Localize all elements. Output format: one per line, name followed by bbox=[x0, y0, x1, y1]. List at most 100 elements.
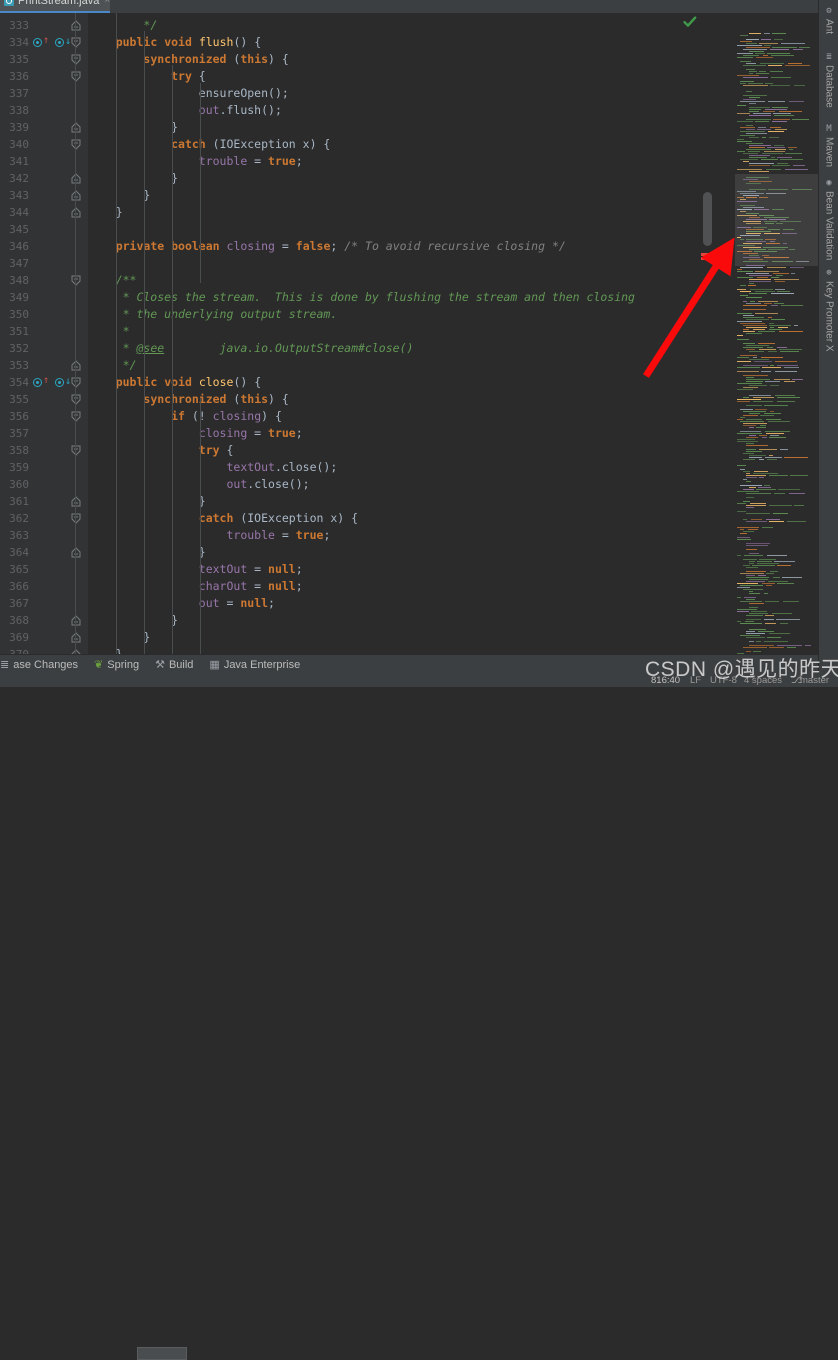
right-toolwindow-stripe[interactable]: ⚙ Ant ≣ Database Μ Maven ◉ Bean Validation ⊛ Key … bbox=[818, 0, 838, 687]
minimap-line bbox=[777, 157, 792, 158]
code-line[interactable]: * Closes the stream. This is done by flu… bbox=[88, 289, 700, 306]
right-toolwindow-button-database[interactable]: ≣ Database bbox=[819, 52, 838, 108]
code-line[interactable]: out.close(); bbox=[88, 476, 700, 493]
fold-end-icon[interactable] bbox=[71, 122, 81, 133]
code-line[interactable]: try { bbox=[88, 442, 700, 459]
minimap-line bbox=[784, 367, 799, 368]
code-line[interactable]: trouble = true; bbox=[88, 527, 700, 544]
code-line[interactable]: public void close() { bbox=[88, 374, 700, 391]
minimap-line bbox=[746, 571, 766, 572]
code-line[interactable]: try { bbox=[88, 68, 700, 85]
code-line[interactable]: } bbox=[88, 119, 700, 136]
implemented-method-icon[interactable] bbox=[55, 378, 64, 387]
editor-scrollbar-thumb[interactable] bbox=[703, 192, 712, 246]
code-minimap[interactable] bbox=[735, 13, 818, 654]
code-line[interactable]: synchronized (this) { bbox=[88, 391, 700, 408]
fold-start-icon[interactable] bbox=[71, 394, 81, 405]
code-line[interactable] bbox=[88, 255, 700, 272]
fold-end-icon[interactable] bbox=[71, 360, 81, 371]
bottom-toolwindow-button-spring[interactable]: ❦ Spring bbox=[94, 658, 139, 672]
code-line[interactable]: closing = true; bbox=[88, 425, 700, 442]
code-line[interactable]: /** bbox=[88, 272, 700, 289]
code-line[interactable]: charOut = null; bbox=[88, 578, 700, 595]
code-line[interactable]: * @see java.io.OutputStream#close() bbox=[88, 340, 700, 357]
fold-end-icon[interactable] bbox=[71, 173, 81, 184]
bottom-toolwindow-button-ase-changes[interactable]: ≣ ase Changes bbox=[0, 658, 78, 672]
editor-scrollbar-track[interactable] bbox=[683, 13, 718, 654]
fold-start-icon[interactable] bbox=[71, 71, 81, 82]
code-line[interactable]: } bbox=[88, 493, 700, 510]
code-line[interactable]: */ bbox=[88, 357, 700, 374]
fold-end-icon[interactable] bbox=[71, 615, 81, 626]
fold-start-icon[interactable] bbox=[71, 377, 81, 388]
right-toolwindow-button-bean-validation[interactable]: ◉ Bean Validation bbox=[819, 178, 838, 260]
right-toolwindow-label: Database bbox=[823, 65, 835, 108]
minimap-line bbox=[787, 521, 806, 522]
minimap-line bbox=[737, 401, 750, 402]
code-line[interactable]: catch (IOException x) { bbox=[88, 136, 700, 153]
close-icon[interactable]: × bbox=[104, 0, 110, 6]
code-line[interactable]: } bbox=[88, 544, 700, 561]
code-line[interactable]: private boolean closing = false; /* To a… bbox=[88, 238, 700, 255]
line-number: 360 bbox=[9, 478, 29, 491]
right-toolwindow-button-key-promoter-x[interactable]: ⊛ Key Promoter X bbox=[819, 268, 838, 352]
fold-start-icon[interactable] bbox=[71, 275, 81, 286]
implemented-method-icon[interactable] bbox=[55, 38, 64, 47]
minimap-line bbox=[737, 151, 745, 152]
fold-end-icon[interactable] bbox=[71, 190, 81, 201]
editor-gutter[interactable]: 333 334 ↑ ↓ 335 336 337 338 339 340 341 342 343 344 34… bbox=[0, 13, 88, 654]
code-line[interactable]: } bbox=[88, 646, 700, 654]
code-line[interactable]: if (! closing) { bbox=[88, 408, 700, 425]
code-line[interactable]: } bbox=[88, 612, 700, 629]
minimap-line bbox=[777, 401, 795, 402]
minimap-line bbox=[749, 189, 766, 190]
code-line[interactable]: } bbox=[88, 187, 700, 204]
overriding-method-icon[interactable] bbox=[33, 38, 42, 47]
fold-start-icon[interactable] bbox=[71, 139, 81, 150]
ok-check-icon[interactable] bbox=[682, 14, 698, 30]
code-line[interactable]: */ bbox=[88, 17, 700, 34]
fold-end-icon[interactable] bbox=[71, 496, 81, 507]
code-line[interactable]: textOut = null; bbox=[88, 561, 700, 578]
fold-start-icon[interactable] bbox=[71, 411, 81, 422]
indent-guide bbox=[200, 398, 201, 654]
fold-end-icon[interactable] bbox=[71, 20, 81, 31]
bottom-toolwindow-button-java-enterprise[interactable]: ▦ Java Enterprise bbox=[209, 658, 300, 672]
code-token: null bbox=[268, 562, 296, 576]
code-line[interactable]: trouble = true; bbox=[88, 153, 700, 170]
code-line[interactable]: public void flush() { bbox=[88, 34, 700, 51]
code-line[interactable]: out = null; bbox=[88, 595, 700, 612]
minimap-line bbox=[740, 529, 744, 530]
code-line[interactable]: out.flush(); bbox=[88, 102, 700, 119]
code-editor[interactable]: 333 334 ↑ ↓ 335 336 337 338 339 340 341 342 343 344 34… bbox=[0, 13, 818, 654]
fold-start-icon[interactable] bbox=[71, 513, 81, 524]
editor-tab-printstream[interactable]: PrintStream.java × bbox=[0, 0, 110, 13]
code-line[interactable] bbox=[88, 221, 700, 238]
fold-start-icon[interactable] bbox=[71, 54, 81, 65]
line-number: 348 bbox=[9, 274, 29, 287]
code-line[interactable]: } bbox=[88, 204, 700, 221]
overriding-method-icon[interactable] bbox=[33, 378, 42, 387]
code-line[interactable]: synchronized (this) { bbox=[88, 51, 700, 68]
fold-start-icon[interactable] bbox=[71, 445, 81, 456]
right-toolwindow-button-ant[interactable]: ⚙ Ant bbox=[819, 6, 838, 34]
code-line[interactable]: * bbox=[88, 323, 700, 340]
fold-start-icon[interactable] bbox=[71, 37, 81, 48]
right-toolwindow-button-maven[interactable]: Μ Maven bbox=[819, 124, 838, 167]
code-line[interactable]: ensureOpen(); bbox=[88, 85, 700, 102]
error-stripe-mark[interactable] bbox=[701, 257, 713, 260]
gutter-icons[interactable]: ↑ ↓ bbox=[31, 374, 71, 391]
fold-end-icon[interactable] bbox=[71, 207, 81, 218]
code-line[interactable]: } bbox=[88, 629, 700, 646]
code-line[interactable]: } bbox=[88, 170, 700, 187]
gutter-icons[interactable]: ↑ ↓ bbox=[31, 34, 71, 51]
memory-indicator[interactable] bbox=[137, 1347, 187, 1360]
bottom-toolwindow-button-build[interactable]: ⚒ Build bbox=[155, 658, 193, 672]
error-stripe-mark[interactable] bbox=[701, 253, 713, 256]
fold-end-icon[interactable] bbox=[71, 547, 81, 558]
code-line[interactable]: catch (IOException x) { bbox=[88, 510, 700, 527]
code-line[interactable]: textOut.close(); bbox=[88, 459, 700, 476]
code-text-area[interactable]: */ public void flush() { synchronized (t… bbox=[88, 13, 700, 654]
code-line[interactable]: * the underlying output stream. bbox=[88, 306, 700, 323]
fold-end-icon[interactable] bbox=[71, 632, 81, 643]
